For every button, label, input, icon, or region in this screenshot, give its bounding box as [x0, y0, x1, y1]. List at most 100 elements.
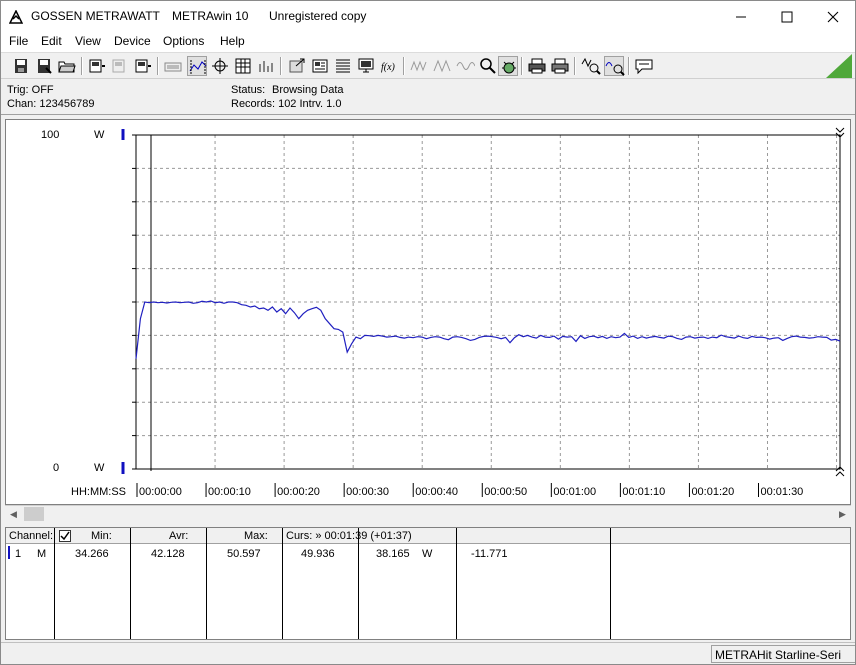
row-mode: M — [37, 548, 47, 560]
row-min: 34.266 — [75, 548, 109, 560]
toolbar-separator — [574, 57, 576, 75]
column-divider — [54, 528, 55, 639]
device-read-icon[interactable] — [87, 56, 107, 76]
close-button[interactable] — [810, 1, 856, 32]
plot-area[interactable]: 100 W 0 W 00:00:00 00:00:10 00:00:20 00:00:… — [5, 119, 851, 505]
scroll-left-icon[interactable]: ◀ — [5, 506, 22, 523]
channel-color-marker — [8, 546, 10, 559]
x-tick-label: 00:00:20 — [277, 486, 320, 498]
x-tick-label: 00:00:40 — [415, 486, 458, 498]
maximize-button[interactable] — [764, 1, 810, 32]
column-divider — [282, 528, 283, 639]
wave-icon[interactable] — [409, 56, 429, 76]
device-disabled-icon[interactable] — [110, 56, 130, 76]
x-tick-label: 00:00:50 — [484, 486, 527, 498]
x-tick-label: 00:00:30 — [346, 486, 389, 498]
scroll-right-icon[interactable]: ▶ — [834, 506, 851, 523]
row-unit: W — [422, 548, 433, 560]
bars-icon[interactable] — [256, 56, 276, 76]
header-min: Min: — [58, 528, 134, 544]
menu-edit[interactable]: Edit — [41, 34, 62, 48]
status-label: Status: — [231, 84, 266, 96]
triangle-wave-icon[interactable] — [432, 56, 452, 76]
row-avr: 42.128 — [151, 548, 185, 560]
zoom-wave-icon[interactable] — [604, 56, 625, 76]
brand-triangle-icon — [826, 54, 852, 78]
device-status: METRAHit Starline-Seri — [711, 645, 855, 663]
printer-alt-icon[interactable] — [550, 56, 570, 76]
open-icon[interactable] — [57, 56, 77, 76]
crosshair-icon[interactable] — [210, 56, 230, 76]
license-title: Unregistered copy — [269, 9, 367, 23]
close-icon — [827, 11, 839, 22]
table-icon[interactable] — [233, 56, 253, 76]
column-divider — [130, 528, 131, 639]
header-avr: Avr: — [134, 528, 210, 544]
menu-help[interactable]: Help — [220, 34, 245, 48]
zoom-fit-icon[interactable] — [187, 56, 207, 76]
device-write-icon[interactable] — [133, 56, 153, 76]
menu-file[interactable]: File — [9, 34, 28, 48]
x-tick-label: 00:01:10 — [622, 486, 665, 498]
column-divider — [358, 528, 359, 639]
column-divider — [610, 528, 611, 639]
list-icon[interactable] — [333, 56, 353, 76]
zoom-signal-icon[interactable] — [581, 56, 601, 76]
minimize-button[interactable] — [718, 1, 764, 32]
x-tick-label: 00:01:30 — [760, 486, 803, 498]
function-icon[interactable]: f(x) — [379, 56, 399, 76]
title-bar: GOSSEN METRAWATT METRAwin 10 Unregistere… — [1, 1, 855, 32]
checkbox-icon[interactable] — [59, 530, 71, 542]
row-cursor-value: 49.936 — [301, 548, 335, 560]
menu-view[interactable]: View — [75, 34, 101, 48]
sine-icon[interactable] — [455, 56, 476, 76]
computer-icon[interactable] — [356, 56, 376, 76]
toolbar-separator — [157, 57, 159, 75]
channel-list: Chan: 123456789 — [7, 98, 95, 110]
column-divider — [206, 528, 207, 639]
column-divider — [456, 528, 457, 639]
save-as-icon[interactable] — [34, 56, 54, 76]
keyboard-icon[interactable] — [163, 56, 183, 76]
statistics-table: Channel: Min: Avr: Max: Curs: » 00:01:39… — [5, 527, 851, 640]
menu-device[interactable]: Device — [114, 34, 151, 48]
bug-icon[interactable] — [498, 56, 518, 76]
toolbar-separator — [403, 57, 405, 75]
horizontal-scrollbar[interactable]: ◀ ▶ — [5, 505, 851, 522]
svg-text:f(x): f(x) — [381, 62, 396, 73]
row-channel-number: 1 — [15, 548, 22, 560]
message-icon[interactable] — [634, 56, 654, 76]
brand-title: GOSSEN METRAWATT — [31, 9, 160, 23]
info-panel: Trig: OFF Chan: 123456789 Status: Browsi… — [1, 80, 855, 115]
plot-border — [135, 134, 841, 470]
export-icon[interactable] — [287, 56, 307, 76]
x-tick-label: 00:01:20 — [691, 486, 734, 498]
toolbar-separator — [81, 57, 83, 75]
toolbar-separator — [280, 57, 282, 75]
line-chart: 00:00:00 00:00:10 00:00:20 00:00:30 00:00:40… — [121, 127, 845, 498]
maximize-icon — [781, 11, 793, 22]
scroll-thumb[interactable] — [24, 507, 44, 521]
save-icon[interactable] — [11, 56, 31, 76]
status-bar: METRAHit Starline-Seri — [1, 642, 855, 664]
minimize-icon — [736, 16, 746, 17]
toolbar-separator — [521, 57, 523, 75]
app-window: GOSSEN METRAWATT METRAwin 10 Unregistere… — [0, 0, 856, 665]
x-tick-label: 00:00:10 — [208, 486, 251, 498]
search-icon[interactable] — [478, 56, 498, 76]
row-delta: -11.771 — [471, 548, 508, 560]
app-title: METRAwin 10 — [172, 9, 249, 23]
status-value: Browsing Data — [272, 84, 344, 96]
printer-icon[interactable] — [527, 56, 547, 76]
menu-options[interactable]: Options — [163, 34, 204, 48]
toolbar: f(x) — [1, 52, 855, 79]
row-value2: 38.165 — [376, 548, 410, 560]
header-max: Max: — [210, 528, 286, 544]
header-channel: Channel: — [6, 528, 58, 544]
row-max: 50.597 — [227, 548, 261, 560]
x-tick-label: 00:01:00 — [553, 486, 596, 498]
header-cursor: Curs: » 00:01:39 (+01:37) — [286, 528, 850, 544]
toolbar-separator — [628, 57, 630, 75]
menu-bar: File Edit View Device Options Help — [1, 32, 855, 52]
print-setup-icon[interactable] — [310, 56, 330, 76]
